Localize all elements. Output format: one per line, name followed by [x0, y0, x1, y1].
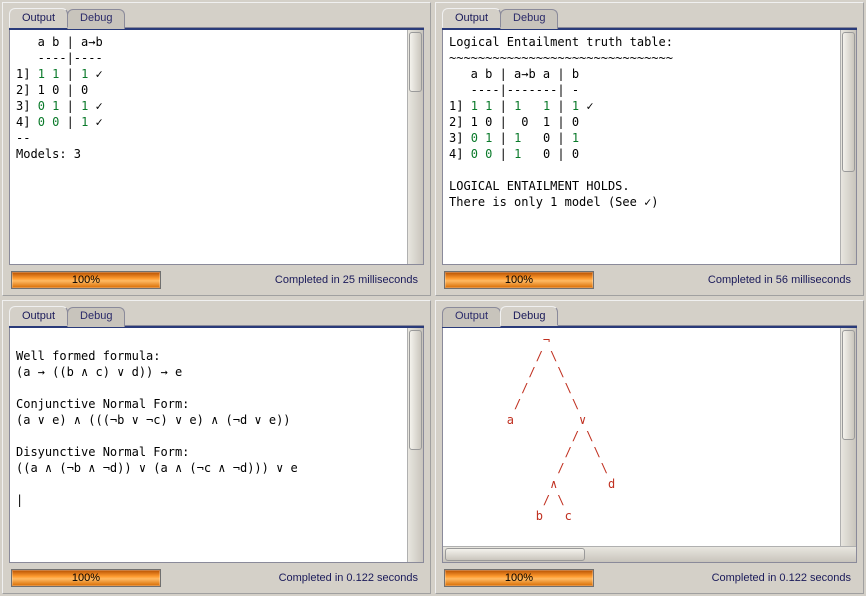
tab-output[interactable]: Output — [9, 306, 68, 326]
debug-tree: ¬ / \ / \ / \ / \ a ∨ / \ / \ / \ ∧ d / … — [443, 328, 840, 546]
status-text: Completed in 56 milliseconds — [708, 274, 855, 286]
panel-bottom-left: Output Debug Well formed formula: (a → (… — [2, 300, 431, 594]
statusbar: 100% Completed in 0.122 seconds — [9, 563, 424, 589]
tabbar: Output Debug — [442, 305, 857, 325]
scroll-thumb[interactable] — [445, 548, 585, 561]
output-area: a b | a→b ----|---- 1] 1 1 | 1 ✓ 2] 1 0 … — [9, 30, 424, 265]
tabbar: Output Debug — [9, 7, 424, 27]
panel-top-left: Output Debug a b | a→b ----|---- 1] 1 1 … — [2, 2, 431, 296]
statusbar: 100% Completed in 25 milliseconds — [9, 265, 424, 291]
tab-debug[interactable]: Debug — [500, 306, 558, 326]
progress-bar: 100% — [11, 271, 161, 289]
statusbar: 100% Completed in 56 milliseconds — [442, 265, 857, 291]
output-text: Logical Entailment truth table: ~~~~~~~~… — [443, 30, 840, 264]
output-text: a b | a→b ----|---- 1] 1 1 | 1 ✓ 2] 1 0 … — [10, 30, 407, 264]
statusbar: 100% Completed in 0.122 seconds — [442, 563, 857, 589]
tab-output[interactable]: Output — [9, 8, 68, 28]
horizontal-scrollbar[interactable] — [443, 546, 856, 562]
tabbar: Output Debug — [442, 7, 857, 27]
tab-debug[interactable]: Debug — [67, 307, 125, 327]
output-text: Well formed formula: (a → ((b ∧ c) ∨ d))… — [10, 328, 407, 562]
vertical-scrollbar[interactable] — [840, 328, 856, 546]
vertical-scrollbar[interactable] — [407, 328, 423, 562]
tab-debug[interactable]: Debug — [67, 9, 125, 29]
status-text: Completed in 25 milliseconds — [275, 274, 422, 286]
scroll-thumb[interactable] — [409, 330, 422, 450]
output-area: Well formed formula: (a → ((b ∧ c) ∨ d))… — [9, 328, 424, 563]
progress-bar: 100% — [11, 569, 161, 587]
panel-bottom-right: Output Debug ¬ / \ / \ / \ / \ a ∨ / \ /… — [435, 300, 864, 594]
status-text: Completed in 0.122 seconds — [712, 572, 855, 584]
status-text: Completed in 0.122 seconds — [279, 572, 422, 584]
panel-top-right: Output Debug Logical Entailment truth ta… — [435, 2, 864, 296]
output-area: ¬ / \ / \ / \ / \ a ∨ / \ / \ / \ ∧ d / … — [442, 328, 857, 563]
tab-output[interactable]: Output — [442, 307, 501, 327]
vertical-scrollbar[interactable] — [407, 30, 423, 264]
progress-bar: 100% — [444, 271, 594, 289]
scroll-thumb[interactable] — [409, 32, 422, 92]
tabbar: Output Debug — [9, 305, 424, 325]
tab-debug[interactable]: Debug — [500, 9, 558, 29]
output-area: Logical Entailment truth table: ~~~~~~~~… — [442, 30, 857, 265]
scroll-thumb[interactable] — [842, 32, 855, 172]
scroll-thumb[interactable] — [842, 330, 855, 440]
vertical-scrollbar[interactable] — [840, 30, 856, 264]
progress-bar: 100% — [444, 569, 594, 587]
tab-output[interactable]: Output — [442, 8, 501, 28]
